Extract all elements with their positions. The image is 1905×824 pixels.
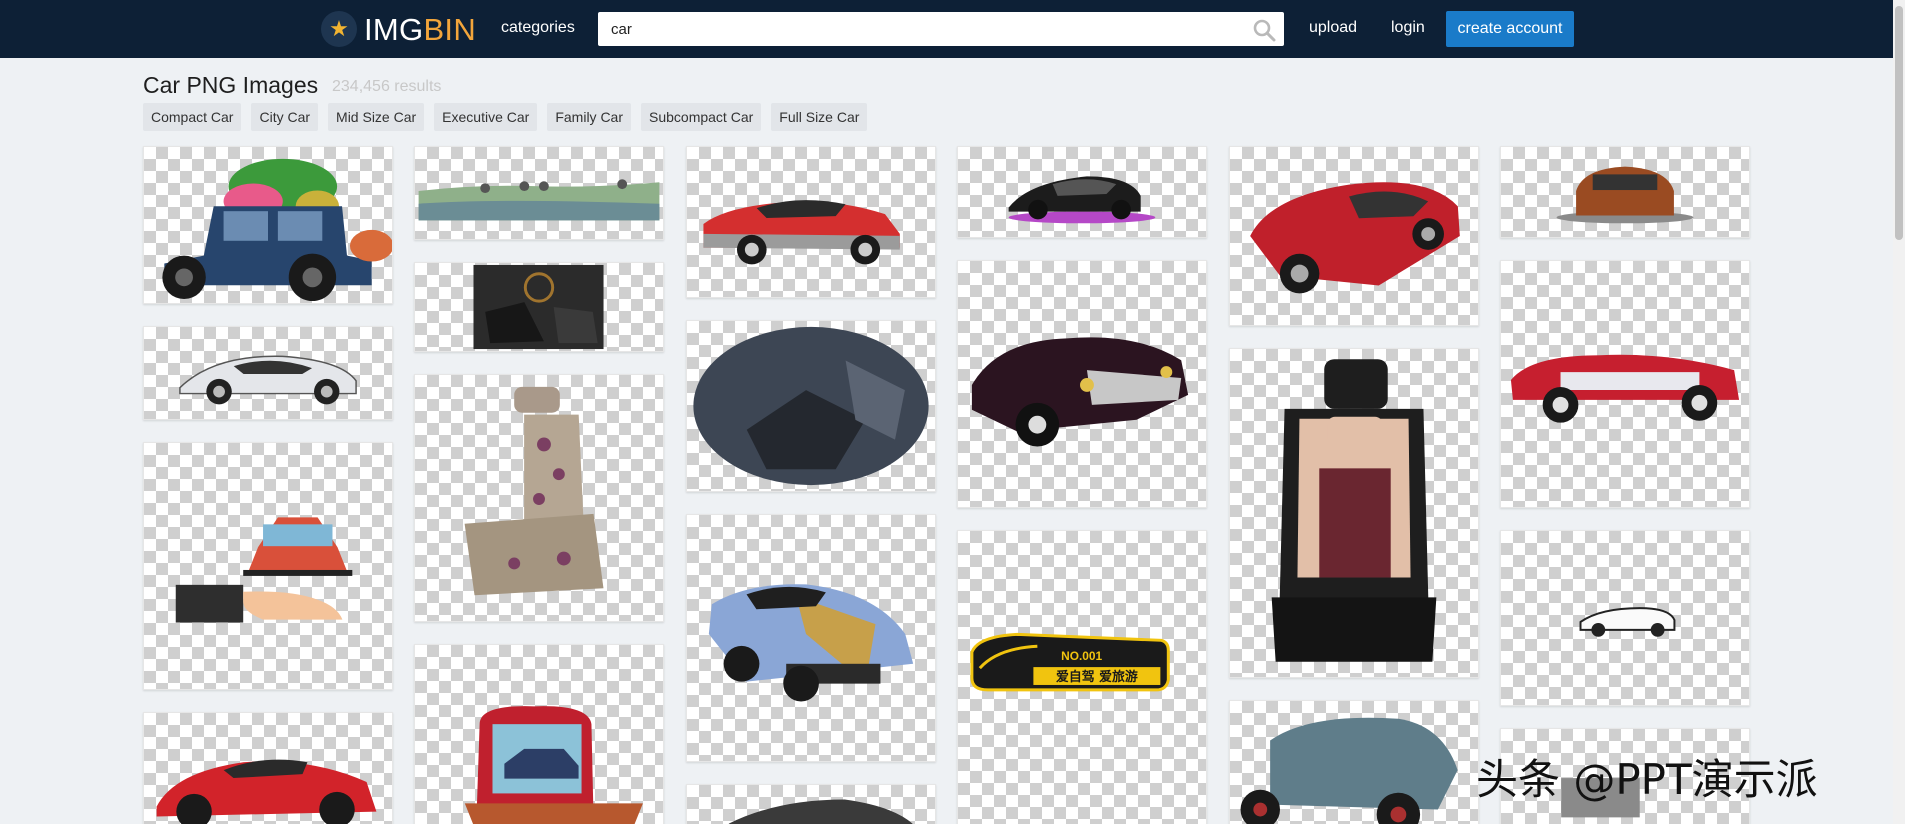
badge-number: NO.001 [1061,649,1102,663]
blue-muscle-car-image [708,584,914,702]
image-card-blue-muscle-car[interactable] [686,514,936,762]
image-card-black-red-car-seat[interactable] [1229,348,1479,678]
image-card-yellow-car-badge[interactable]: NO.001 爱自驾 爱旅游 [957,530,1207,824]
image-card-green-blob-car[interactable] [143,146,393,304]
image-card-red-classic-convertible[interactable] [1500,260,1750,508]
hand-holding-car-image [175,517,353,623]
car-interior-oval-image [693,326,929,486]
search-box [598,12,1284,46]
page-scrollbar[interactable] [1893,0,1905,824]
image-card-dark-sedan[interactable] [686,784,936,824]
page-title: Car PNG Images [143,72,319,98]
dark-sedan-image [728,799,913,824]
image-card-car-interior-seats[interactable] [414,262,664,352]
image-card-black-sports-car[interactable] [957,146,1207,238]
image-card-car-interior-oval[interactable] [686,320,936,492]
red-classic-convertible-image [1510,354,1740,423]
image-card-red-convertible[interactable] [1229,146,1479,326]
top-navbar: ★ IMGBIN categories upload login create … [0,0,1893,58]
tag-list: Compact Car City Car Mid Size Car Execut… [143,103,877,131]
image-card-classic-black-car[interactable] [957,260,1207,508]
tag-city-car[interactable]: City Car [251,103,319,131]
image-card-orange-suv-rear[interactable] [1500,146,1750,238]
classic-black-car-image [971,337,1189,447]
image-card-small-sketch-convertible[interactable] [1500,530,1750,706]
star-icon: ★ [321,11,357,47]
red-coupe-image [703,200,900,265]
flat-vehicle-panorama-image [418,179,660,221]
car-in-gift-box-image [464,706,643,824]
image-card-floral-car-seat[interactable] [414,374,664,622]
search-icon[interactable] [1252,18,1276,42]
tag-subcompact-car[interactable]: Subcompact Car [641,103,762,131]
car-interior-seats-image [473,264,604,350]
green-blob-car-image [162,158,392,302]
tag-full-size-car[interactable]: Full Size Car [771,103,868,131]
image-card-red-coupe[interactable] [686,146,936,298]
image-card-blue-vintage-car[interactable] [1229,700,1479,824]
blue-vintage-car-image [1240,717,1458,824]
red-sports-car-image [156,759,377,824]
image-card-hand-holding-car[interactable] [143,442,393,690]
site-logo[interactable]: ★ IMGBIN [321,10,476,48]
result-count: 234,456 results [332,78,442,95]
image-card-flat-vehicle-panorama[interactable] [414,146,664,240]
tag-executive-car[interactable]: Executive Car [434,103,538,131]
white-bmw-i8-image [179,355,357,405]
tag-compact-car[interactable]: Compact Car [143,103,242,131]
search-input[interactable] [598,12,1238,46]
image-card-white-bmw-i8[interactable] [143,326,393,420]
scrollbar-thumb[interactable] [1895,6,1903,240]
watermark-text: 头条 @PPT演示派 [1476,755,1818,804]
black-red-car-seat-image [1271,359,1437,662]
small-sketch-convertible-image [1579,607,1676,637]
orange-suv-rear-image [1556,166,1694,224]
image-card-car-in-gift-box[interactable] [414,644,664,824]
red-convertible-image [1250,182,1460,294]
tag-family-car[interactable]: Family Car [547,103,631,131]
yellow-car-badge-image: NO.001 爱自驾 爱旅游 [970,632,1170,692]
floral-car-seat-image [464,386,604,596]
nav-upload-link[interactable]: upload [1309,19,1357,37]
tag-mid-size-car[interactable]: Mid Size Car [328,103,425,131]
create-account-button[interactable]: create account [1446,11,1574,47]
badge-text: 爱自驾 爱旅游 [1056,669,1138,685]
image-card-red-sports-car[interactable] [143,712,393,824]
black-sports-car-image [1008,176,1156,224]
nav-login-link[interactable]: login [1391,19,1425,37]
logo-text-bin: BIN [423,11,477,47]
logo-text-img: IMG [364,11,424,47]
nav-categories-link[interactable]: categories [501,19,575,37]
